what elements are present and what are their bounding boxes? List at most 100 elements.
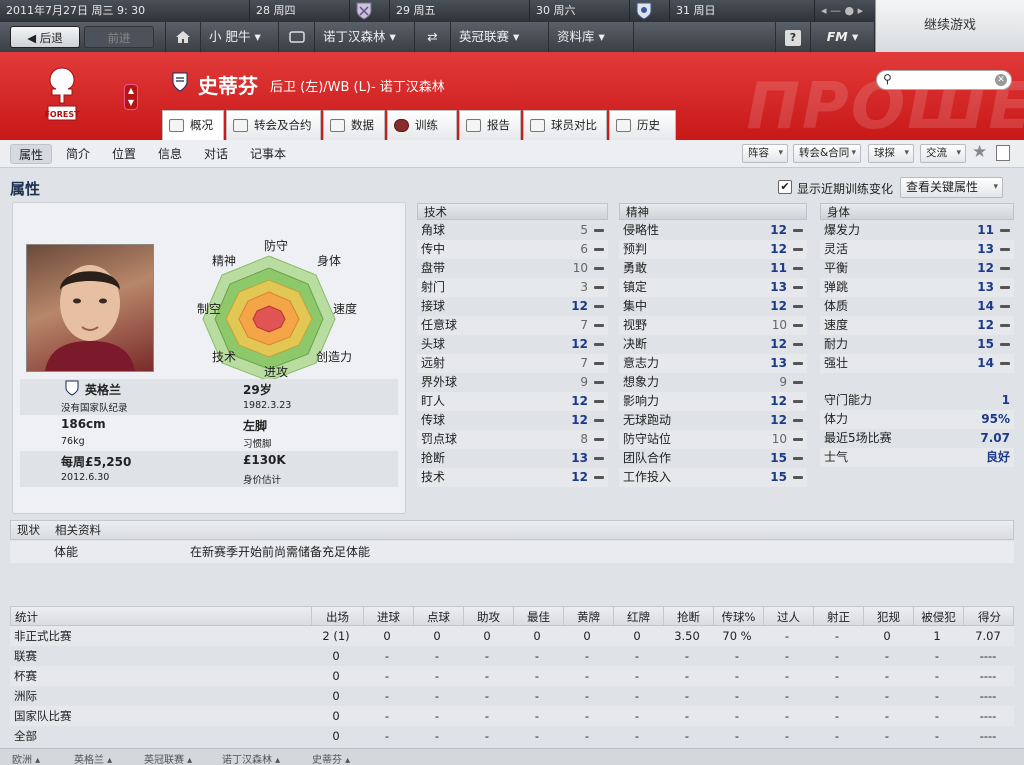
stats-cell: -: [884, 649, 890, 663]
stats-row: 杯赛 0- - - - - - - - - - - - ----: [10, 666, 1014, 686]
tab-training[interactable]: 训练: [387, 110, 457, 140]
attribute-label: 勇敢: [623, 261, 648, 275]
stats-column-header: 被侵犯: [913, 607, 963, 627]
england-flag-icon: [65, 380, 79, 399]
attribute-label: 盯人: [421, 394, 446, 408]
attribute-label: 任意球: [421, 318, 458, 332]
stats-cell: 0: [533, 629, 541, 643]
attribute-row: 防守站位 10: [619, 430, 807, 449]
subnav-position[interactable]: 位置: [104, 144, 144, 164]
subnav-attributes[interactable]: 属性: [10, 144, 53, 164]
search-input[interactable]: ⚲ ✕: [876, 70, 1012, 90]
swap-icon[interactable]: ⇄: [415, 22, 451, 52]
transfer-value: £130K: [243, 453, 286, 467]
status-header: 现状 相关资料: [10, 520, 1014, 540]
match-club-icon: [350, 0, 390, 22]
trend-neutral-icon: [793, 362, 803, 365]
manager-menu[interactable]: 小 肥牛 ▾: [201, 22, 279, 52]
database-menu[interactable]: 资料库 ▾: [549, 22, 634, 52]
stats-cell: 0: [332, 669, 340, 683]
tab-player-compare[interactable]: 球员对比: [523, 110, 607, 140]
calendar-day[interactable]: 29 周五: [390, 0, 530, 22]
continue-button[interactable]: 继续游戏: [875, 0, 1024, 52]
breadcrumb-item[interactable]: 英冠联赛 ▴: [144, 751, 192, 765]
attribute-row: 侵略性 12: [619, 221, 807, 240]
transfer-dropdown[interactable]: 转会&合同: [793, 144, 861, 163]
nationality[interactable]: 英格兰: [85, 381, 121, 398]
subnav-notes[interactable]: 记事本: [242, 144, 294, 164]
attribute-value: 12: [977, 261, 994, 275]
stats-cell: -: [784, 729, 790, 743]
player-photo: [26, 244, 154, 372]
favourite-star-icon[interactable]: ★: [972, 142, 987, 162]
attribute-label: 集中: [623, 299, 648, 313]
league-menu[interactable]: 英冠联赛 ▾: [451, 22, 549, 52]
help-button[interactable]: ?: [775, 22, 811, 52]
report-icon: [466, 119, 481, 132]
inbox-icon[interactable]: [279, 22, 315, 52]
attribute-value: 12: [770, 413, 787, 427]
stats-cell: -: [484, 689, 490, 703]
forward-button[interactable]: 前进: [84, 26, 154, 48]
attribute-row: 决断 12: [619, 335, 807, 354]
stats-cell: 0: [332, 649, 340, 663]
tab-transfer-contract[interactable]: 转会及合约: [226, 110, 321, 140]
ball-icon: [394, 119, 409, 132]
stats-column-header: 点球: [413, 607, 463, 627]
calendar-day[interactable]: 30 周六: [530, 0, 630, 22]
stats-cell: 3.50: [674, 629, 700, 643]
tab-overview[interactable]: 概况: [162, 110, 224, 140]
trend-neutral-icon: [793, 476, 803, 479]
subnav-profile[interactable]: 简介: [58, 144, 98, 164]
attribute-value: 7: [580, 318, 588, 332]
attribute-label: 界外球: [421, 375, 458, 389]
attribute-label: 无球跑动: [623, 413, 672, 427]
stats-cell: -: [784, 649, 790, 663]
add-note-icon[interactable]: [996, 145, 1010, 161]
interact-dropdown[interactable]: 交流: [920, 144, 966, 163]
stats-cell: 0: [332, 709, 340, 723]
trend-neutral-icon: [594, 267, 604, 270]
mental-header: 精神: [619, 203, 807, 220]
stats-cell: -: [634, 729, 640, 743]
attribute-row: 盯人 12: [417, 392, 608, 411]
trend-neutral-icon: [594, 457, 604, 460]
clear-search-icon[interactable]: ✕: [995, 74, 1007, 86]
stats-cell: -: [834, 689, 840, 703]
club-crest-icon[interactable]: FOREST: [40, 64, 84, 131]
fm-menu[interactable]: FM ▾: [811, 22, 875, 52]
calendar-day[interactable]: 28 周四: [250, 0, 350, 22]
calendar-day[interactable]: 31 周日: [670, 0, 815, 22]
back-arrow-icon: ◀: [27, 31, 40, 45]
contract-expiry: 2012.6.30: [61, 472, 110, 483]
scout-dropdown[interactable]: 球探: [868, 144, 914, 163]
back-button[interactable]: ◀ 后退: [10, 26, 80, 48]
attribute-row: 耐力 15: [820, 335, 1014, 354]
attribute-value: 13: [977, 242, 994, 256]
key-attributes-button[interactable]: 查看关键属性: [900, 177, 1003, 198]
attribute-value: 13: [770, 356, 787, 370]
club-menu[interactable]: 诺丁汉森林 ▾: [315, 22, 415, 52]
breadcrumb-item[interactable]: 诺丁汉森林 ▴: [222, 751, 280, 765]
breadcrumb-item[interactable]: 欧洲 ▴: [12, 751, 40, 765]
tab-stats[interactable]: 数据: [323, 110, 385, 140]
tab-reports[interactable]: 报告: [459, 110, 521, 140]
breadcrumb-item[interactable]: 史蒂芬 ▴: [312, 751, 350, 765]
breadcrumb-item[interactable]: 英格兰 ▴: [74, 751, 112, 765]
home-icon[interactable]: [165, 22, 201, 52]
player-profile-panel: 防守 身体 速度 创造力 进攻 技术 制空 精神 英格兰 没有国家队纪录 29岁…: [12, 202, 406, 514]
calendar-scroll-controls[interactable]: ◂ — ● ▸: [815, 0, 875, 22]
show-training-checkbox[interactable]: ✔: [778, 180, 792, 194]
tab-history[interactable]: 历史: [609, 110, 676, 140]
subnav-info[interactable]: 信息: [150, 144, 190, 164]
squad-dropdown[interactable]: 阵容: [742, 144, 788, 163]
player-switch-arrows[interactable]: ▲ ▼: [124, 84, 138, 110]
stats-cell: -: [584, 649, 590, 663]
subnav-dialogue[interactable]: 对话: [196, 144, 236, 164]
stats-cell: -: [584, 729, 590, 743]
attribute-label: 抢断: [421, 451, 446, 465]
stats-cell: -: [884, 669, 890, 683]
stats-row: 国家队比赛 0- - - - - - - - - - - - ----: [10, 706, 1014, 726]
stats-cell: -: [384, 729, 390, 743]
trend-neutral-icon: [793, 248, 803, 251]
